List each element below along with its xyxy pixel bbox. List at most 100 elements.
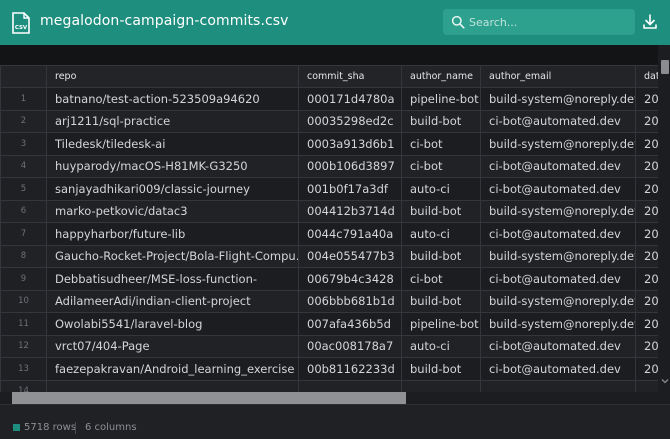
- row-index: 10: [0, 289, 47, 313]
- row-index: 3: [0, 132, 47, 156]
- cell-commit-sha[interactable]: [298, 379, 402, 392]
- table-row[interactable]: 4 huyparody/macOS-H81MK-G3250 000b106d3897…: [0, 154, 670, 178]
- cell-commit-sha[interactable]: 0003a913d6b1: [298, 132, 402, 156]
- cell-repo[interactable]: vrct07/404-Page: [46, 334, 299, 358]
- cell-author-email[interactable]: build-system@noreply.dev: [480, 199, 636, 223]
- cell-commit-sha[interactable]: 00035298ed2c: [298, 109, 402, 133]
- column-header-repo[interactable]: repo: [46, 65, 299, 88]
- cell-author-name[interactable]: auto-ci: [401, 177, 481, 201]
- cell-commit-sha[interactable]: 00ac008178a7: [298, 334, 402, 358]
- cell-author-email[interactable]: ci-bot@automated.dev: [480, 154, 636, 178]
- table-row[interactable]: 5 sanjayadhikari009/classic-journey 001b0f…: [0, 177, 670, 201]
- cell-author-email[interactable]: ci-bot@automated.dev: [480, 109, 636, 133]
- row-index-header: [0, 65, 47, 88]
- cell-repo[interactable]: faezepakravan/Android_learning_exercise: [46, 357, 299, 381]
- table-row[interactable]: 6 marko-petkovic/datac3 004412b3714d build-…: [0, 199, 670, 223]
- cell-commit-sha[interactable]: 004e055477b3: [298, 244, 402, 268]
- cell-author-email[interactable]: ci-bot@automated.dev: [480, 222, 636, 246]
- table-row[interactable]: 9 Debbatisudheer/MSE-loss-function- 00679b…: [0, 267, 670, 291]
- column-header-author-name[interactable]: author_name: [401, 65, 481, 88]
- column-header-commit-sha[interactable]: commit_sha: [298, 65, 402, 88]
- cell-repo[interactable]: Owolabi5541/laravel-blog: [46, 312, 299, 336]
- cell-commit-sha[interactable]: 001b0f17a3df: [298, 177, 402, 201]
- cell-repo[interactable]: Gaucho-Rocket-Project/Bola-Flight-Compu.…: [46, 244, 299, 268]
- vertical-scrollbar-thumb[interactable]: [661, 60, 669, 74]
- cell-author-name[interactable]: pipeline-bot: [401, 312, 481, 336]
- search-box[interactable]: [443, 9, 635, 35]
- cell-author-name[interactable]: build-bot: [401, 289, 481, 313]
- status-divider: [75, 422, 76, 434]
- cell-author-email[interactable]: build-system@noreply.dev: [480, 132, 636, 156]
- horizontal-scrollbar[interactable]: [0, 392, 670, 404]
- cell-commit-sha[interactable]: 000b106d3897: [298, 154, 402, 178]
- column-header-author-email[interactable]: author_email: [480, 65, 636, 88]
- cell-author-email[interactable]: ci-bot@automated.dev: [480, 267, 636, 291]
- cell-commit-sha[interactable]: 004412b3714d: [298, 199, 402, 223]
- row-index: 4: [0, 154, 47, 178]
- table-row[interactable]: 10 AdilameerAdi/indian-client-project 006b…: [0, 289, 670, 313]
- cell-repo[interactable]: marko-petkovic/datac3: [46, 199, 299, 223]
- cell-commit-sha[interactable]: 00679b4c3428: [298, 267, 402, 291]
- vertical-scrollbar[interactable]: [658, 45, 670, 392]
- cell-author-name[interactable]: auto-ci: [401, 334, 481, 358]
- cell-author-name[interactable]: [401, 379, 481, 392]
- cell-repo[interactable]: huyparody/macOS-H81MK-G3250: [46, 154, 299, 178]
- download-icon[interactable]: [640, 12, 660, 32]
- table-row[interactable]: 3 Tiledesk/tiledesk-ai 0003a913d6b1 ci-bot b…: [0, 132, 670, 156]
- cell-commit-sha[interactable]: 006bbb681b1d: [298, 289, 402, 313]
- cell-author-email[interactable]: build-system@noreply.dev: [480, 87, 636, 111]
- search-input[interactable]: [469, 10, 599, 34]
- cell-author-name[interactable]: pipeline-bot: [401, 87, 481, 111]
- scroll-down-icon[interactable]: [660, 376, 670, 386]
- cell-repo[interactable]: arj1211/sql-practice: [46, 109, 299, 133]
- cell-author-email[interactable]: [480, 379, 636, 392]
- file-title: megalodon-campaign-commits.csv: [40, 13, 289, 29]
- cell-author-email[interactable]: build-system@noreply.dev: [480, 244, 636, 268]
- cell-repo[interactable]: batnano/test-action-523509a94620: [46, 87, 299, 111]
- cell-author-email[interactable]: build-system@noreply.dev: [480, 312, 636, 336]
- cell-repo[interactable]: AdilameerAdi/indian-client-project: [46, 289, 299, 313]
- column-count: 6 columns: [85, 422, 137, 433]
- cell-author-name[interactable]: ci-bot: [401, 267, 481, 291]
- csv-table: repo commit_sha author_name author_email…: [0, 65, 670, 392]
- table-row[interactable]: 8 Gaucho-Rocket-Project/Bola-Flight-Compu…: [0, 244, 670, 268]
- cell-repo[interactable]: Debbatisudheer/MSE-loss-function-: [46, 267, 299, 291]
- table-row[interactable]: 13 faezepakravan/Android_learning_exercis…: [0, 357, 670, 381]
- status-indicator: [13, 424, 20, 431]
- cell-author-email[interactable]: ci-bot@automated.dev: [480, 357, 636, 381]
- cell-author-name[interactable]: auto-ci: [401, 222, 481, 246]
- row-index: 9: [0, 267, 47, 291]
- cell-repo[interactable]: Tiledesk/tiledesk-ai: [46, 132, 299, 156]
- cell-commit-sha[interactable]: 00b81162233d: [298, 357, 402, 381]
- cell-author-email[interactable]: ci-bot@automated.dev: [480, 334, 636, 358]
- cell-commit-sha[interactable]: 0044c791a40a: [298, 222, 402, 246]
- table-row[interactable]: 1 batnano/test-action-523509a94620 000171d…: [0, 87, 670, 111]
- cell-repo[interactable]: happyharbor/future-lib: [46, 222, 299, 246]
- row-count: 5718 rows: [24, 422, 77, 433]
- grid-top-band: [0, 45, 670, 65]
- cell-author-name[interactable]: build-bot: [401, 357, 481, 381]
- csv-file-icon-text: CSV: [15, 25, 28, 31]
- header-row: repo commit_sha author_name author_email…: [0, 65, 670, 88]
- cell-commit-sha[interactable]: 007afa436b5d: [298, 312, 402, 336]
- row-index: 6: [0, 199, 47, 223]
- search-icon: [451, 15, 465, 29]
- table-row[interactable]: 12 vrct07/404-Page 00ac008178a7 auto-ci ci-b…: [0, 334, 670, 358]
- table-row[interactable]: 11 Owolabi5541/laravel-blog 007afa436b5d pi…: [0, 312, 670, 336]
- cell-author-email[interactable]: build-system@noreply.dev: [480, 289, 636, 313]
- cell-author-name[interactable]: build-bot: [401, 244, 481, 268]
- cell-author-name[interactable]: ci-bot: [401, 132, 481, 156]
- table-row[interactable]: 7 happyharbor/future-lib 0044c791a40a auto-…: [0, 222, 670, 246]
- cell-repo[interactable]: sanjayadhikari009/classic-journey: [46, 177, 299, 201]
- cell-commit-sha[interactable]: 000171d4780a: [298, 87, 402, 111]
- cell-repo[interactable]: [46, 379, 299, 392]
- table-row[interactable]: 14: [0, 379, 670, 392]
- cell-author-name[interactable]: build-bot: [401, 199, 481, 223]
- row-index: 2: [0, 109, 47, 133]
- cell-author-name[interactable]: ci-bot: [401, 154, 481, 178]
- horizontal-scrollbar-thumb[interactable]: [12, 392, 406, 404]
- cell-author-email[interactable]: ci-bot@automated.dev: [480, 177, 636, 201]
- table-row[interactable]: 2 arj1211/sql-practice 00035298ed2c build-b…: [0, 109, 670, 133]
- csv-file-icon: CSV: [12, 12, 30, 34]
- cell-author-name[interactable]: build-bot: [401, 109, 481, 133]
